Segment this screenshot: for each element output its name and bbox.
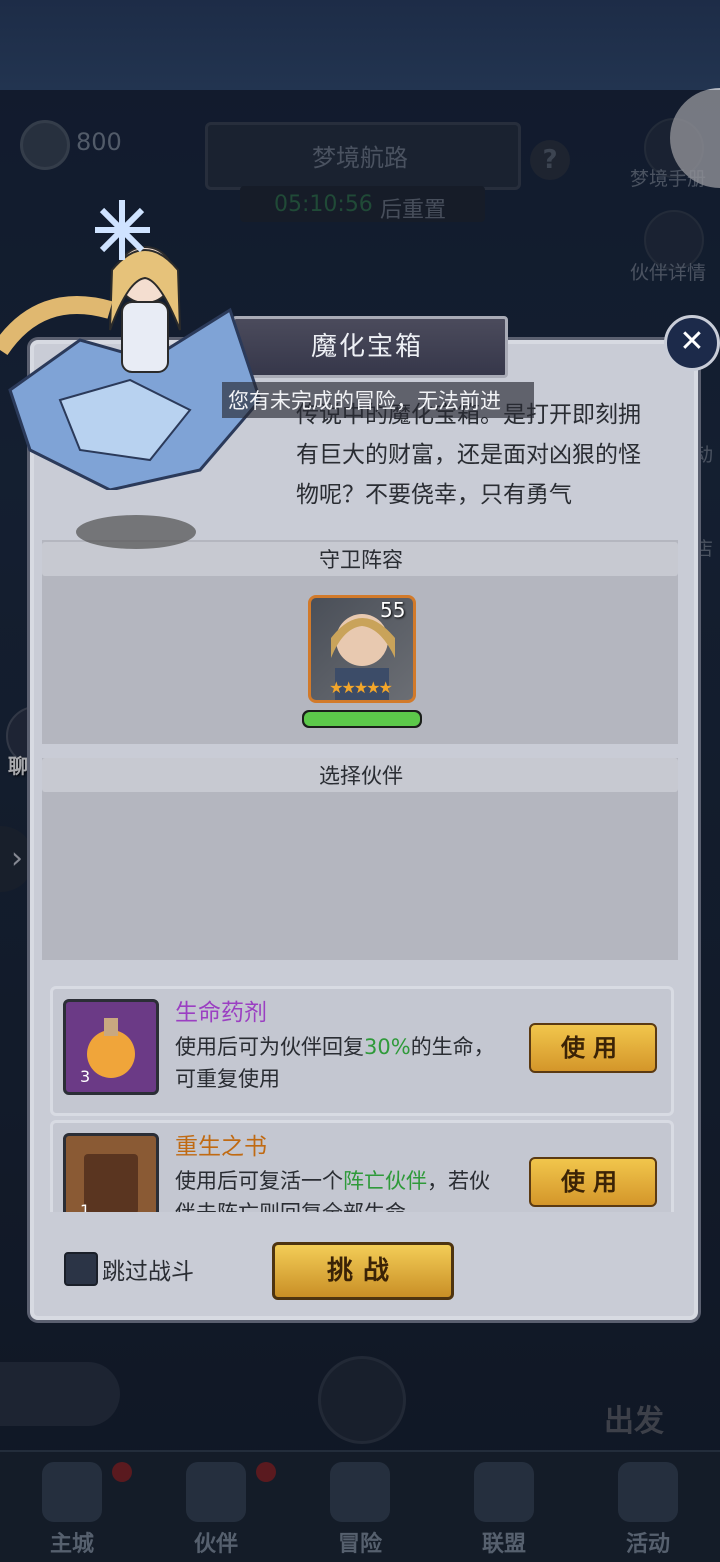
notification-dot [256,1462,276,1482]
nav-alliance[interactable]: 联盟 [434,1452,574,1562]
item-count: 3 [80,1067,91,1086]
potion-icon: 3 [63,999,159,1095]
cards-icon [618,1462,678,1522]
guard-header: 守卫阵容 [319,548,403,572]
compass-icon [330,1462,390,1522]
item-card-potion: 3 生命药剂 使用后可为伙伴回复30%的生命，可重复使用 使用 [50,986,674,1116]
castle-icon [42,1462,102,1522]
challenge-button[interactable]: 挑战 [272,1242,454,1300]
item-count: 1 [80,1201,91,1212]
nav-label: 联盟 [481,1532,526,1557]
nav-main-city[interactable]: 主城 [2,1452,142,1562]
mascot-shadow [76,515,196,549]
bottom-nav: 主城 伙伴 冒险 联盟 活动 [0,1450,720,1562]
use-potion-button[interactable]: 使用 [529,1023,657,1073]
nav-label: 伙伴 [193,1532,238,1557]
book-icon: 1 [63,1133,159,1212]
hero-stars: ★★★★★ [329,678,393,697]
nav-adventure[interactable]: 冒险 [290,1452,430,1562]
partner-icon [186,1462,246,1522]
nav-label: 活动 [625,1532,670,1557]
hero-hp-bar [302,710,422,728]
hero-level: 55 [380,598,406,622]
item-description: 使用后可复活一个阵亡伙伴，若伙伴未阵亡则回复全部生命 [175,1169,490,1212]
ice-fairy-mascot-icon [0,200,262,490]
dialog-title: 魔化宝箱 [310,332,423,362]
item-description: 使用后可为伙伴回复30%的生命，可重复使用 [175,1035,495,1091]
skip-battle-label[interactable]: 跳过战斗 [102,1252,194,1286]
blocked-toast: 您有未完成的冒险，无法前进 [222,382,534,418]
skip-battle-checkbox[interactable] [64,1252,98,1286]
item-name: 重生之书 [175,1134,267,1160]
nav-activity[interactable]: 活动 [578,1452,718,1562]
item-card-book: 1 重生之书 使用后可复活一个阵亡伙伴，若伙伴未阵亡则回复全部生命 使用 [50,1120,674,1212]
close-icon[interactable]: ✕ [664,315,720,371]
top-decoration [0,0,720,90]
select-partner-header: 选择伙伴 [319,764,403,788]
nav-label: 冒险 [337,1532,382,1557]
nav-label: 主城 [49,1532,94,1557]
nav-partner[interactable]: 伙伴 [146,1452,286,1562]
hero-hp-fill [304,712,420,726]
shield-icon [474,1462,534,1522]
item-card-book-clip: 1 重生之书 使用后可复活一个阵亡伙伴，若伙伴未阵亡则回复全部生命 使用 [50,1120,674,1212]
notification-dot [112,1462,132,1482]
item-name: 生命药剂 [175,1000,267,1026]
use-book-button[interactable]: 使用 [529,1157,657,1207]
